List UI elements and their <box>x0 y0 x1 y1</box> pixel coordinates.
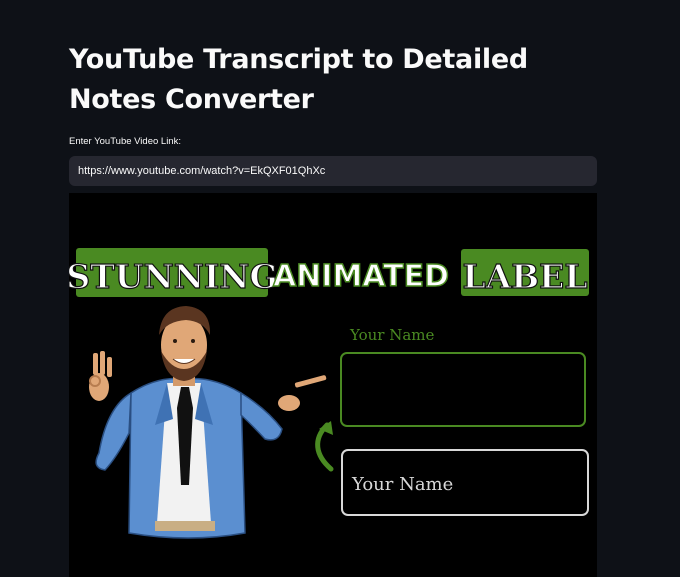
active-field-box <box>340 352 586 427</box>
stunning-text: STUNNING <box>69 257 278 296</box>
main-content: YouTube Transcript to Detailed Notes Con… <box>69 0 597 577</box>
video-link-input[interactable] <box>69 156 597 186</box>
page-title: YouTube Transcript to Detailed Notes Con… <box>69 44 528 115</box>
idle-field-placeholder: Your Name <box>351 474 453 495</box>
animated-text: ANIMATED <box>273 259 449 294</box>
video-thumbnail: STUNNING ANIMATED LABEL Your Name Your N… <box>69 193 597 577</box>
video-link-label: Enter YouTube Video Link: <box>69 136 181 147</box>
label-text: LABEL <box>462 257 587 296</box>
app-root: YouTube Transcript to Detailed Notes Con… <box>0 0 680 577</box>
floating-label-text: Your Name <box>349 326 435 344</box>
thumbnail-graphic: STUNNING ANIMATED LABEL Your Name Your N… <box>69 193 597 577</box>
